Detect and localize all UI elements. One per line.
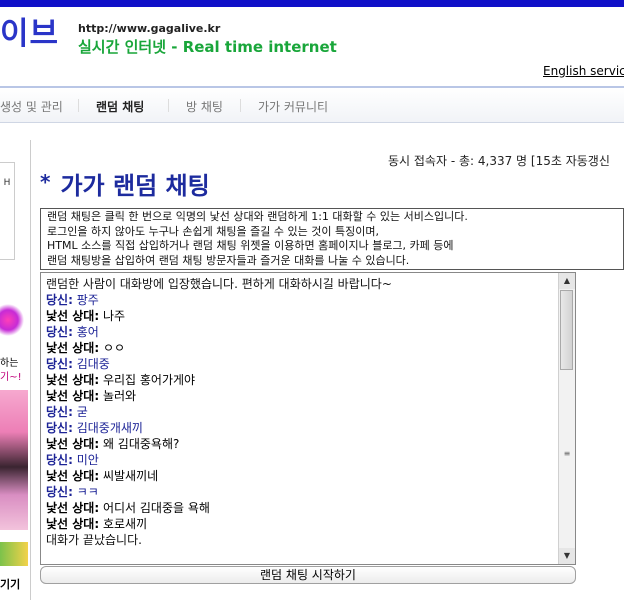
description-line: 랜덤 채팅은 클릭 한 번으로 익명의 낯선 상대와 랜덤하게 1:1 대화할 …: [47, 210, 468, 223]
nav-item-manage[interactable]: 생성 및 관리: [0, 98, 63, 115]
chat-message: 당신: 김대중: [46, 356, 556, 372]
chat-message: 당신: 굳: [46, 404, 556, 420]
message-text: 우리집 홍어가게야: [99, 373, 196, 387]
message-speaker: 낯선 상대:: [46, 389, 100, 403]
system-message-start: 랜덤한 사람이 대화방에 입장했습니다. 편하게 대화하시길 바랍니다~: [46, 277, 392, 291]
description-line: HTML 소스를 직접 삽입하거나 랜덤 채팅 위젯을 이용하면 홈페이지나 블…: [47, 239, 454, 252]
left-ad-text-3[interactable]: 기기: [0, 576, 20, 592]
nav-divider: [240, 99, 241, 112]
site-url[interactable]: http://www.gagalive.kr: [78, 22, 220, 35]
chat-scrollbar[interactable]: ▲ ≡ ▼: [558, 273, 575, 564]
chat-message: 낯선 상대: 어디서 김대중을 욕해: [46, 500, 556, 516]
message-text: 김대중개새끼: [72, 421, 143, 435]
chat-message: 낯선 상대: 호로새끼: [46, 516, 556, 532]
nav-divider: [168, 99, 169, 112]
message-text: 놀러와: [99, 389, 137, 403]
left-ad-text-2[interactable]: 기~!: [0, 368, 22, 383]
title-star-icon: *: [40, 170, 51, 194]
message-text: 팡주: [72, 293, 99, 307]
chat-message: 당신: 김대중개새끼: [46, 420, 556, 436]
page-title-text: 가가 랜덤 채팅: [60, 172, 210, 200]
message-text: 왜 김대중욕해?: [99, 437, 180, 451]
chat-message: 낯선 상대: ㅇㅇ: [46, 340, 556, 356]
description-line: 로그인을 하지 않아도 누구나 손쉽게 채팅을 즐길 수 있는 것이 특징이며,: [47, 224, 379, 238]
message-text: ㅇㅇ: [99, 341, 126, 355]
nav-item-community[interactable]: 가가 커뮤니티: [258, 98, 328, 115]
description-line: 랜덤 채팅방을 삽입하여 랜덤 채팅 방문자들과 즐거운 대화를 나눌 수 있습…: [47, 253, 410, 267]
star-banner-icon[interactable]: [0, 300, 26, 340]
chat-message: 당신: 미안: [46, 452, 556, 468]
message-text: 김대중: [72, 357, 110, 371]
message-speaker: 낯선 상대:: [46, 373, 100, 387]
system-message-end: 대화가 끝났습니다.: [46, 533, 142, 547]
left-ad-text[interactable]: 하는: [0, 354, 18, 369]
message-speaker: 낯선 상대:: [46, 501, 100, 515]
message-text: 미안: [72, 453, 99, 467]
site-logo[interactable]: 이브: [0, 14, 59, 54]
top-bar: [0, 0, 624, 7]
start-random-chat-button[interactable]: 랜덤 채팅 시작하기: [40, 566, 576, 584]
online-user-count: 동시 접속자 - 총: 4,337 명 [15초 자동갱신: [388, 154, 610, 168]
site-tagline: 실시간 인터넷 - Real time internet: [78, 38, 337, 56]
message-speaker: 당신:: [46, 357, 73, 371]
left-ad-photo-2[interactable]: [0, 542, 28, 566]
main-nav: 생성 및 관리 랜덤 채팅 방 채팅 가가 커뮤니티: [0, 86, 624, 123]
message-speaker: 낯선 상대:: [46, 517, 100, 531]
chat-messages: 랜덤한 사람이 대화방에 입장했습니다. 편하게 대화하시길 바랍니다~ 당신:…: [46, 276, 556, 548]
message-text: 씨발새끼네: [99, 469, 159, 483]
nav-item-random-chat[interactable]: 랜덤 채팅: [96, 98, 144, 115]
scroll-down-arrow-icon[interactable]: ▼: [559, 548, 575, 564]
message-text: 홍어: [72, 325, 99, 339]
message-text: 어디서 김대중을 욕해: [99, 501, 210, 515]
scroll-up-arrow-icon[interactable]: ▲: [559, 273, 575, 289]
left-side-box[interactable]: H: [0, 162, 15, 260]
chat-message: 낯선 상대: 왜 김대중욕해?: [46, 436, 556, 452]
scroll-thumb[interactable]: [560, 290, 573, 370]
chat-message: 당신: 팡주: [46, 292, 556, 308]
chat-log[interactable]: 랜덤한 사람이 대화방에 입장했습니다. 편하게 대화하시길 바랍니다~ 당신:…: [40, 272, 576, 565]
page-title: * 가가 랜덤 채팅: [40, 166, 210, 201]
message-speaker: 당신:: [46, 485, 73, 499]
english-service-link[interactable]: English servic: [543, 64, 624, 78]
nav-item-room-chat[interactable]: 방 채팅: [186, 98, 223, 115]
left-ad-photo[interactable]: [0, 390, 28, 530]
left-sidebar: H 하는 기~! 기기: [0, 140, 31, 600]
message-speaker: 당신:: [46, 293, 73, 307]
chat-message: 낯선 상대: 씨발새끼네: [46, 468, 556, 484]
message-speaker: 당신:: [46, 325, 73, 339]
chat-message: 낯선 상대: 놀러와: [46, 388, 556, 404]
chat-message: 당신: 홍어: [46, 324, 556, 340]
message-text: ㅋㅋ: [72, 485, 99, 499]
message-speaker: 낯선 상대:: [46, 309, 100, 323]
message-speaker: 낯선 상대:: [46, 469, 100, 483]
message-speaker: 낯선 상대:: [46, 341, 100, 355]
message-text: 굳: [72, 405, 88, 419]
service-description: 랜덤 채팅은 클릭 한 번으로 익명의 낯선 상대와 랜덤하게 1:1 대화할 …: [40, 208, 624, 270]
message-text: 나주: [99, 309, 126, 323]
message-speaker: 낯선 상대:: [46, 437, 100, 451]
message-text: 호로새끼: [99, 517, 148, 531]
message-speaker: 당신:: [46, 405, 73, 419]
scroll-grip-icon: ≡: [563, 449, 571, 458]
chat-message: 낯선 상대: 나주: [46, 308, 556, 324]
nav-divider: [78, 99, 79, 112]
chat-message: 낯선 상대: 우리집 홍어가게야: [46, 372, 556, 388]
message-speaker: 당신:: [46, 453, 73, 467]
message-speaker: 당신:: [46, 421, 73, 435]
chat-message: 당신: ㅋㅋ: [46, 484, 556, 500]
